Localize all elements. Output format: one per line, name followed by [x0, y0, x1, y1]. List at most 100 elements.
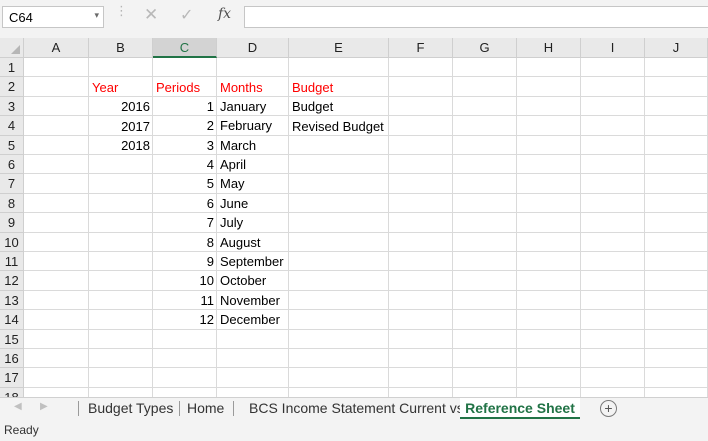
gridline-horizontal	[24, 192, 708, 194]
cell-C13[interactable]: 11	[153, 291, 217, 310]
status-text: Ready	[4, 423, 39, 437]
cell-D8[interactable]: June	[217, 194, 290, 213]
cell-D7[interactable]: May	[217, 174, 290, 193]
cell-C10[interactable]: 8	[153, 233, 217, 252]
cell-E3[interactable]: Budget	[289, 97, 389, 116]
row-header-5[interactable]: 5	[0, 135, 24, 155]
cell-D2[interactable]: Months	[217, 78, 290, 97]
row-header-10[interactable]: 10	[0, 232, 24, 252]
cell-C2[interactable]: Periods	[153, 78, 217, 97]
column-header-g[interactable]: G	[453, 38, 517, 58]
cancel-icon[interactable]: ✕	[144, 5, 158, 25]
column-header-j[interactable]: J	[645, 38, 708, 58]
name-box-dropdown-icon[interactable]: ▾	[94, 10, 99, 21]
tab-home[interactable]: Home	[187, 398, 224, 419]
row-header-11[interactable]: 11	[0, 252, 24, 272]
cell-B2[interactable]: Year	[89, 78, 153, 97]
tab-separator	[233, 401, 234, 416]
gridline-vertical	[644, 58, 645, 397]
row-header-3[interactable]: 3	[0, 96, 24, 117]
column-header-h[interactable]: H	[517, 38, 581, 58]
gridline-horizontal	[24, 231, 708, 233]
cell-C6[interactable]: 4	[153, 155, 217, 174]
cell-C9[interactable]: 7	[153, 213, 217, 232]
gridline-vertical	[452, 58, 453, 397]
column-header-f[interactable]: F	[389, 38, 453, 58]
row-header-6[interactable]: 6	[0, 155, 24, 175]
row-header-18[interactable]: 18	[0, 387, 24, 397]
cell-C7[interactable]: 5	[153, 174, 217, 193]
cell-D6[interactable]: April	[217, 155, 290, 174]
prev-sheet-icon[interactable]: ◀	[14, 401, 22, 412]
gridline-horizontal	[24, 173, 708, 175]
tab-reference-sheet[interactable]: Reference Sheet	[460, 398, 580, 419]
cell-B5[interactable]: 2018	[89, 136, 153, 155]
column-header-b[interactable]: B	[89, 38, 153, 58]
column-header-i[interactable]: I	[581, 38, 645, 58]
sheet-tab-bar: ◀ ▶ Budget Types Home BCS Income Stateme…	[0, 397, 708, 419]
insert-function-icon[interactable]: fx	[218, 6, 231, 22]
gridline-horizontal	[24, 386, 708, 388]
cell-C5[interactable]: 3	[153, 136, 217, 155]
gridline-vertical	[580, 58, 581, 397]
cell-D14[interactable]: December	[217, 310, 290, 329]
cell-C14[interactable]: 12	[153, 310, 217, 329]
row-header-15[interactable]: 15	[0, 329, 24, 349]
row-header-4[interactable]: 4	[0, 116, 24, 136]
column-header-a[interactable]: A	[24, 38, 89, 58]
gridline-horizontal	[24, 251, 708, 252]
cell-B4[interactable]: 2017	[89, 117, 153, 136]
cell-C11[interactable]: 9	[153, 252, 217, 271]
select-all-button[interactable]	[0, 38, 24, 58]
add-sheet-icon[interactable]: +	[600, 400, 617, 417]
row-header-13[interactable]: 13	[0, 290, 24, 311]
row-header-17[interactable]: 17	[0, 368, 24, 388]
row-header-1[interactable]: 1	[0, 58, 24, 78]
tab-separator	[179, 401, 180, 416]
cell-D13[interactable]: November	[217, 291, 290, 310]
row-header-14[interactable]: 14	[0, 310, 24, 330]
gridline-vertical	[516, 58, 517, 397]
cell-D4[interactable]: February	[217, 116, 290, 135]
cell-C3[interactable]: 1	[153, 97, 217, 116]
row-header-16[interactable]: 16	[0, 349, 24, 369]
cell-D9[interactable]: July	[217, 213, 290, 232]
status-bar: Ready	[0, 419, 708, 441]
row-header-9[interactable]: 9	[0, 213, 24, 233]
cell-B3[interactable]: 2016	[89, 97, 153, 116]
row-header-2[interactable]: 2	[0, 77, 24, 97]
gridline-horizontal	[24, 328, 708, 330]
row-header-12[interactable]: 12	[0, 271, 24, 291]
column-header-e[interactable]: E	[289, 38, 389, 58]
cell-D5[interactable]: March	[217, 136, 290, 155]
cell-E4[interactable]: Revised Budget	[289, 117, 389, 136]
cell-D3[interactable]: January	[217, 97, 290, 116]
row-header-8[interactable]: 8	[0, 193, 24, 214]
column-header-d[interactable]: D	[217, 38, 289, 58]
cell-E2[interactable]: Budget	[289, 78, 389, 97]
cell-D10[interactable]: August	[217, 233, 290, 252]
tab-budget-types[interactable]: Budget Types	[88, 398, 173, 419]
spreadsheet-grid[interactable]: ABCDEFGHIJ 123456789101112131415161718 Y…	[0, 38, 708, 397]
formula-input[interactable]	[244, 6, 708, 28]
cell-D12[interactable]: October	[217, 271, 290, 290]
gridline-horizontal	[24, 212, 708, 214]
row-header-7[interactable]: 7	[0, 174, 24, 194]
gridline-horizontal	[24, 309, 708, 311]
name-box[interactable]: C64 ▾	[2, 6, 104, 28]
gridline-horizontal	[24, 289, 708, 291]
next-sheet-icon[interactable]: ▶	[40, 401, 48, 412]
tab-bcs-income-statement[interactable]: BCS Income Statement Current vs	[249, 398, 464, 419]
name-box-value: C64	[9, 10, 33, 25]
gridline-horizontal	[24, 367, 708, 369]
cell-D11[interactable]: September	[217, 252, 290, 271]
select-all-icon	[11, 45, 20, 54]
formula-bar-grip-icon: ⋮	[115, 3, 128, 18]
cell-C4[interactable]: 2	[153, 116, 217, 135]
cell-C8[interactable]: 6	[153, 194, 217, 213]
gridline-horizontal	[24, 348, 708, 349]
gridline-horizontal	[24, 270, 708, 272]
cell-C12[interactable]: 10	[153, 271, 217, 290]
column-header-c[interactable]: C	[153, 38, 217, 58]
enter-icon[interactable]: ✓	[180, 5, 193, 25]
